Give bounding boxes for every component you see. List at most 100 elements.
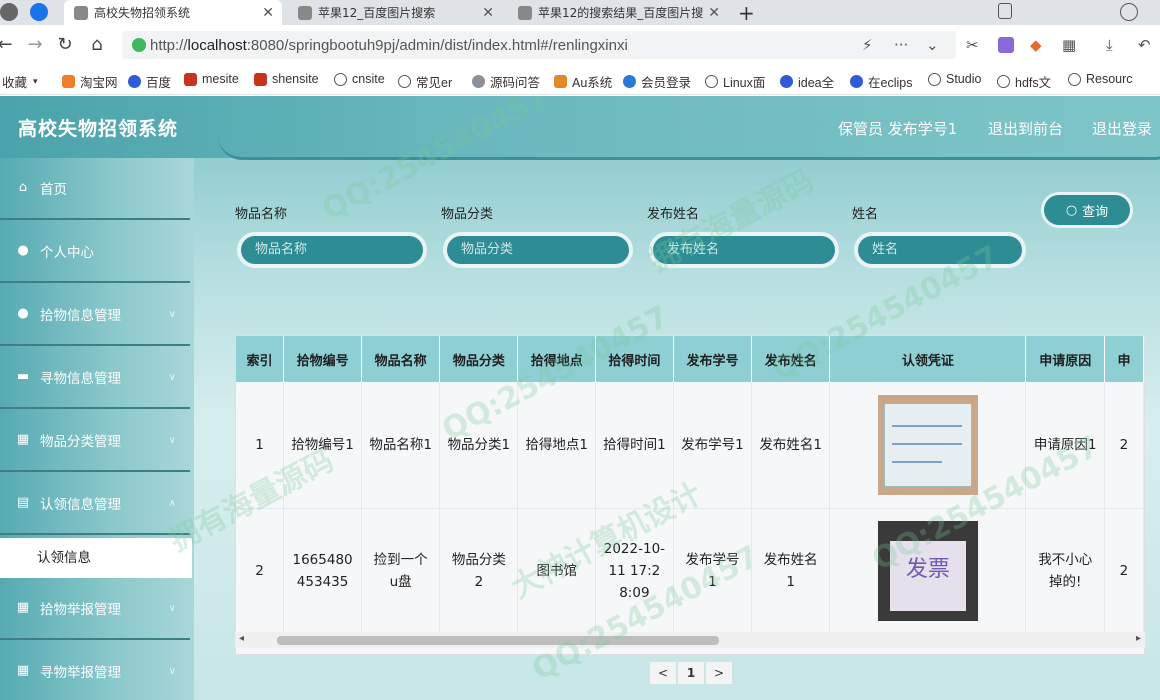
column-header: 拾物编号 <box>283 336 363 382</box>
column-header: 物品名称 <box>361 336 441 382</box>
bookmark-item[interactable]: 百度 <box>128 72 171 91</box>
sidebar-item-lost[interactable]: ▬ 寻物信息管理 ∨ <box>0 347 190 409</box>
game-icon[interactable]: ◆ <box>1030 36 1042 54</box>
bookmark-item[interactable]: Studio <box>928 72 981 86</box>
tab-favicon-icon <box>298 5 312 20</box>
column-header: 拾得地点 <box>517 336 596 382</box>
proof-image[interactable] <box>877 394 978 495</box>
cell-pub-no: 发布学号1 <box>673 382 753 509</box>
search-label-category: 物品分类 <box>441 207 494 222</box>
chevron-down-icon: ∨ <box>168 308 176 320</box>
sidebar-item-label: 首页 <box>40 182 67 198</box>
bookmark-item[interactable]: mesite <box>184 72 239 86</box>
telegram-icon[interactable] <box>30 3 48 21</box>
prev-page-button[interactable]: < <box>650 662 676 684</box>
home-icon[interactable]: ⌂ <box>86 34 108 55</box>
undo-icon[interactable]: ↶ <box>1138 36 1151 54</box>
grid-icon: ▦ <box>16 432 30 447</box>
publisher-name-input[interactable]: 发布姓名 <box>649 232 839 268</box>
bookmark-item[interactable]: 源码问答 <box>472 72 540 91</box>
tab-2[interactable]: 苹果12_百度图片搜索 ✕ <box>290 0 502 25</box>
horizontal-scrollbar[interactable]: ◂ ▸ <box>235 632 1145 648</box>
scroll-right-icon[interactable]: ▸ <box>1136 633 1141 644</box>
secure-shield-icon <box>132 38 146 52</box>
bookmark-item[interactable]: hdfs文 <box>997 72 1051 91</box>
sidebar-item-category[interactable]: ▦ 物品分类管理 ∨ <box>0 410 190 472</box>
next-page-button[interactable]: > <box>706 662 732 684</box>
window-icon[interactable] <box>998 3 1012 19</box>
sidebar-item-label: 寻物信息管理 <box>40 371 121 387</box>
bookmark-item[interactable]: Linux面 <box>705 72 765 91</box>
download-icon[interactable]: ⤓ <box>1106 36 1113 54</box>
forward-icon[interactable]: → <box>24 34 46 55</box>
chevron-down-icon: ∨ <box>168 665 176 677</box>
bookmark-item[interactable]: Au系统 <box>554 72 612 91</box>
new-tab-button[interactable]: + <box>738 0 762 25</box>
bookmark-item[interactable]: 会员登录 <box>623 72 691 91</box>
cell-reason: 我不小心掉的! <box>1025 508 1105 635</box>
bookmark-item[interactable]: Resourc <box>1068 72 1133 86</box>
cell-place: 图书馆 <box>517 508 596 635</box>
close-icon[interactable]: ✕ <box>708 5 720 21</box>
sidebar-item-found[interactable]: ● 拾物信息管理 ∨ <box>0 284 190 346</box>
translate-icon[interactable] <box>998 37 1014 53</box>
close-icon[interactable]: ✕ <box>482 5 494 21</box>
sidebar-item-label: 个人中心 <box>40 245 94 261</box>
sidebar-item-profile[interactable]: ● 个人中心 <box>0 221 190 283</box>
apps-grid-icon[interactable]: ▦ <box>1062 36 1076 54</box>
scissors-icon[interactable]: ✂ <box>966 36 979 54</box>
url-field[interactable]: http://localhost:8080/springbootuh9pj/ad… <box>122 31 956 59</box>
bookmark-item[interactable]: idea全 <box>780 72 834 91</box>
table-row[interactable]: 2 1665480453435 捡到一个u盘 物品分类2 图书馆 2022-10… <box>236 508 1144 635</box>
tab-active[interactable]: 高校失物招领系统 ✕ <box>64 0 282 25</box>
table-row[interactable]: 1 拾物编号1 物品名称1 物品分类1 拾得地点1 拾得时间1 发布学号1 发布… <box>236 382 1144 509</box>
scroll-left-icon[interactable]: ◂ <box>239 633 244 644</box>
sidebar-item-found-report[interactable]: ▦ 拾物举报管理 ∨ <box>0 578 190 640</box>
tab-3[interactable]: 苹果12的搜索结果_百度图片搜 ✕ <box>510 0 728 25</box>
user-icon: ● <box>17 243 29 258</box>
item-category-input[interactable]: 物品分类 <box>443 232 633 268</box>
tab-title: 高校失物招领系统 <box>94 6 191 20</box>
bookmark-item[interactable]: shensite <box>254 72 319 86</box>
cell-pub-no: 发布学号1 <box>673 508 753 635</box>
close-icon[interactable]: ✕ <box>262 5 274 21</box>
query-button[interactable]: ○ 查询 <box>1041 192 1133 228</box>
bookmark-item[interactable]: 在eclips <box>850 72 912 91</box>
bookmark-item[interactable]: 淘宝网 <box>62 72 118 91</box>
receipt-line <box>891 424 962 427</box>
sidebar-item-lost-report[interactable]: ▦ 寻物举报管理 ∨ <box>0 641 190 700</box>
search-label-person: 姓名 <box>852 207 879 222</box>
page-number-button[interactable]: 1 <box>678 662 704 684</box>
sidebar-item-home[interactable]: ⌂ 首页 <box>0 158 190 220</box>
chevron-down-icon: ∨ <box>168 371 176 383</box>
back-icon[interactable]: ← <box>0 34 16 55</box>
bookmark-item[interactable]: 常见er <box>398 72 452 91</box>
person-name-input[interactable]: 姓名 <box>854 232 1026 268</box>
sidebar-item-claim[interactable]: ▤ 认领信息管理 ∧ <box>0 473 190 535</box>
bookmarks-bar: 收藏 ▾ 淘宝网 百度 mesite shensite cnsite 常见er 源… <box>0 65 1160 95</box>
browser-menu-icon[interactable] <box>0 3 18 21</box>
account-icon[interactable] <box>1120 3 1138 21</box>
reload-icon[interactable]: ↻ <box>54 34 76 55</box>
header-divider <box>218 136 1160 160</box>
more-icon[interactable]: ··· <box>894 36 908 54</box>
monitor-icon: ▤ <box>16 495 30 510</box>
chevron-down-icon: ∨ <box>168 602 176 614</box>
sidebar-item-label: 寻物举报管理 <box>40 665 121 681</box>
bookmark-item[interactable]: cnsite <box>334 72 385 86</box>
bookmark-item[interactable]: 收藏 ▾ <box>2 72 38 91</box>
lightning-icon[interactable]: ⚡ <box>862 36 873 54</box>
cell-proof: 发票 <box>829 508 1027 635</box>
proof-image[interactable]: 发票 <box>877 521 978 621</box>
home-icon: ⌂ <box>18 180 28 195</box>
sidebar-subitem-claim-info[interactable]: 认领信息 <box>0 538 192 578</box>
cell-time: 拾得时间1 <box>595 382 674 509</box>
item-name-input[interactable]: 物品名称 <box>237 232 427 268</box>
browser-tab-strip: 高校失物招领系统 ✕ 苹果12_百度图片搜索 ✕ 苹果12的搜索结果_百度图片搜… <box>0 0 1160 25</box>
chevron-down-icon: ∨ <box>168 434 176 446</box>
column-header: 发布姓名 <box>751 336 831 382</box>
chevron-down-icon[interactable]: ⌄ <box>926 36 939 54</box>
scroll-thumb[interactable] <box>277 636 719 645</box>
briefcase-icon: ▬ <box>16 369 30 384</box>
column-header: 发布学号 <box>673 336 753 382</box>
